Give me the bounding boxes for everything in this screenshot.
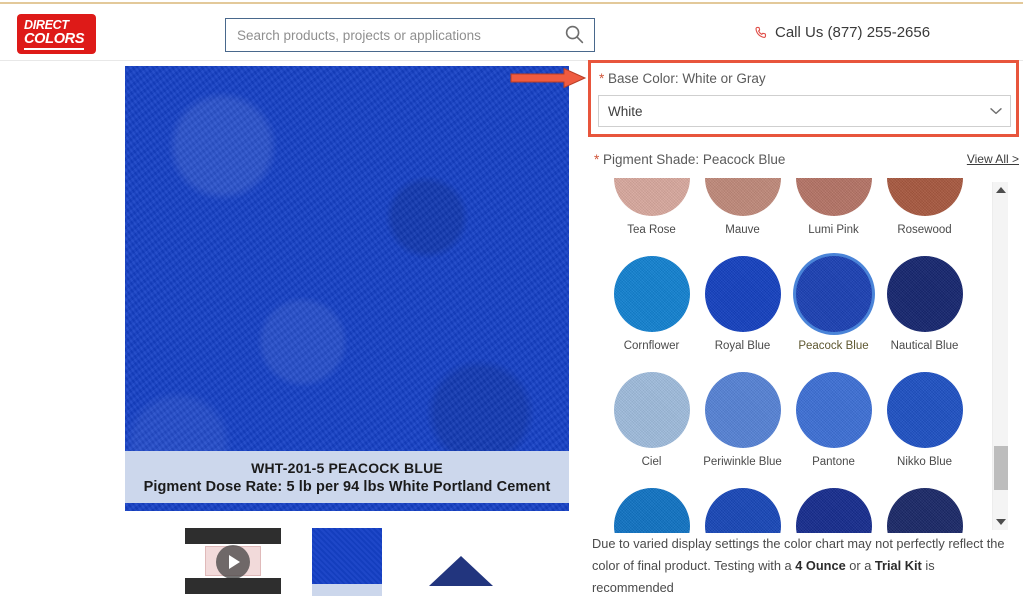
swatch-unnamed-14[interactable] bbox=[788, 488, 879, 533]
swatch-mauve[interactable]: Mauve bbox=[697, 178, 788, 256]
view-all-link[interactable]: View All > bbox=[967, 152, 1019, 166]
swatch-label: Rosewood bbox=[897, 224, 952, 236]
color-disclaimer: Due to varied display settings the color… bbox=[592, 533, 1012, 599]
swatch-color-dot bbox=[795, 178, 872, 216]
product-image-caption: WHT-201-5 PEACOCK BLUE Pigment Dose Rate… bbox=[125, 451, 569, 503]
swatch-lumi-pink[interactable]: Lumi Pink bbox=[788, 178, 879, 256]
caption-product-code: WHT-201-5 PEACOCK BLUE bbox=[251, 459, 443, 476]
swatch-label: Peacock Blue bbox=[798, 340, 869, 352]
disclaimer-bold-trial-kit: Trial Kit bbox=[874, 558, 922, 573]
swatch-color-dot bbox=[704, 488, 781, 533]
swatch-label: Periwinkle Blue bbox=[703, 456, 782, 468]
swatch-label: Ciel bbox=[641, 456, 662, 468]
swatch-label: Nikko Blue bbox=[897, 456, 952, 468]
phone-icon bbox=[754, 25, 769, 40]
swatch-label: Cornflower bbox=[623, 340, 680, 352]
swatch-color-dot bbox=[704, 178, 781, 216]
scrollbar-thumb[interactable] bbox=[994, 446, 1008, 490]
swatch-color-dot bbox=[795, 256, 872, 332]
pigment-shade-label-text: Pigment Shade: Peacock Blue bbox=[603, 151, 786, 167]
caption-dose-rate: Pigment Dose Rate: 5 lb per 94 lbs White… bbox=[143, 478, 551, 495]
swatch-nautical-blue[interactable]: Nautical Blue bbox=[879, 256, 970, 372]
page-root: DIRECT COLORS Call Us (877) 255-2656 bbox=[0, 0, 1023, 605]
scroll-up-arrow-icon[interactable] bbox=[993, 182, 1009, 198]
base-color-label-text: Base Color: White or Gray bbox=[608, 71, 766, 86]
required-asterisk: * bbox=[599, 71, 605, 86]
swatch-color-dot bbox=[886, 178, 963, 216]
swatch-nikko-blue[interactable]: Nikko Blue bbox=[879, 372, 970, 488]
call-us-text: Call Us (877) 255-2656 bbox=[775, 24, 931, 41]
swatch-unnamed-15[interactable] bbox=[879, 488, 970, 533]
base-color-selected-value: White bbox=[608, 103, 643, 119]
swatch-label: Mauve bbox=[725, 224, 760, 236]
search-button[interactable] bbox=[554, 19, 594, 51]
video-letterbox-top bbox=[185, 528, 281, 544]
swatch-label: Lumi Pink bbox=[808, 224, 859, 236]
swatch-pantone[interactable]: Pantone bbox=[788, 372, 879, 488]
swatch-unnamed-13[interactable] bbox=[697, 488, 788, 533]
swatch-color-dot bbox=[886, 488, 963, 533]
swatch-color-dot bbox=[704, 372, 781, 448]
base-color-section: * Base Color: White or Gray White bbox=[588, 60, 1019, 137]
pigment-shade-header: * Pigment Shade: Peacock Blue View All > bbox=[594, 150, 1019, 168]
site-logo[interactable]: DIRECT COLORS bbox=[17, 14, 96, 54]
chevron-down-icon bbox=[982, 107, 1010, 115]
blue-slab-caption bbox=[312, 584, 382, 596]
required-asterisk: * bbox=[594, 151, 600, 167]
swatch-color-dot bbox=[795, 488, 872, 533]
swatch-color-dot bbox=[704, 256, 781, 332]
search-bar[interactable] bbox=[225, 18, 595, 52]
site-header: DIRECT COLORS Call Us (877) 255-2656 bbox=[0, 4, 1023, 61]
swatch-color-dot bbox=[613, 488, 690, 533]
pigment-powder-image bbox=[429, 556, 493, 586]
swatch-royal-blue[interactable]: Royal Blue bbox=[697, 256, 788, 372]
search-input[interactable] bbox=[226, 19, 554, 51]
swatch-scrollbar[interactable] bbox=[992, 182, 1008, 530]
video-thumbnail[interactable] bbox=[185, 524, 281, 598]
pigment-swatch-grid: Tea Rose Mauve Lumi Pink Rosewood Cornflower… bbox=[594, 178, 994, 533]
swatch-color-dot bbox=[613, 256, 690, 332]
swatch-color-dot bbox=[795, 372, 872, 448]
search-icon bbox=[564, 24, 584, 47]
pigment-shade-label: * Pigment Shade: Peacock Blue bbox=[594, 152, 785, 167]
disclaimer-part2: or a bbox=[845, 558, 875, 573]
swatch-label: Royal Blue bbox=[714, 340, 771, 352]
swatch-label: Tea Rose bbox=[627, 224, 676, 236]
pigment-powder-thumbnail[interactable] bbox=[413, 524, 509, 598]
swatch-peacock-blue[interactable]: Peacock Blue bbox=[788, 256, 879, 372]
swatch-color-dot bbox=[613, 178, 690, 216]
swatch-label: Pantone bbox=[812, 456, 855, 468]
scroll-down-arrow-icon[interactable] bbox=[993, 514, 1009, 530]
logo-line-1: DIRECT bbox=[24, 17, 69, 32]
swatch-tea-rose[interactable]: Tea Rose bbox=[606, 178, 697, 256]
swatch-periwinkle-blue[interactable]: Periwinkle Blue bbox=[697, 372, 788, 488]
red-arrow-annotation bbox=[509, 67, 587, 89]
swatch-ciel[interactable]: Ciel bbox=[606, 372, 697, 488]
base-color-label: * Base Color: White or Gray bbox=[599, 71, 766, 86]
thumbnail-strip bbox=[125, 524, 569, 602]
base-color-select[interactable]: White bbox=[598, 95, 1011, 127]
swatch-rosewood[interactable]: Rosewood bbox=[879, 178, 970, 256]
blue-slab-image bbox=[312, 528, 382, 584]
pigment-swatch-panel: Tea Rose Mauve Lumi Pink Rosewood Cornflower… bbox=[594, 178, 1019, 533]
swatch-cornflower[interactable]: Cornflower bbox=[606, 256, 697, 372]
swatch-label: Nautical Blue bbox=[890, 340, 959, 352]
swatch-color-dot bbox=[613, 372, 690, 448]
call-us[interactable]: Call Us (877) 255-2656 bbox=[754, 24, 930, 41]
swatch-unnamed-12[interactable] bbox=[606, 488, 697, 533]
logo-line-2: COLORS bbox=[24, 32, 85, 50]
blue-slab-thumbnail[interactable] bbox=[299, 524, 395, 598]
product-main-image[interactable] bbox=[125, 66, 569, 511]
pigment-swatch-scroller: Tea Rose Mauve Lumi Pink Rosewood Cornflower… bbox=[594, 178, 994, 533]
disclaimer-bold-4-ounce: 4 Ounce bbox=[795, 558, 846, 573]
swatch-color-dot bbox=[886, 372, 963, 448]
video-letterbox-bottom bbox=[185, 578, 281, 594]
swatch-color-dot bbox=[886, 256, 963, 332]
play-icon bbox=[216, 545, 250, 579]
